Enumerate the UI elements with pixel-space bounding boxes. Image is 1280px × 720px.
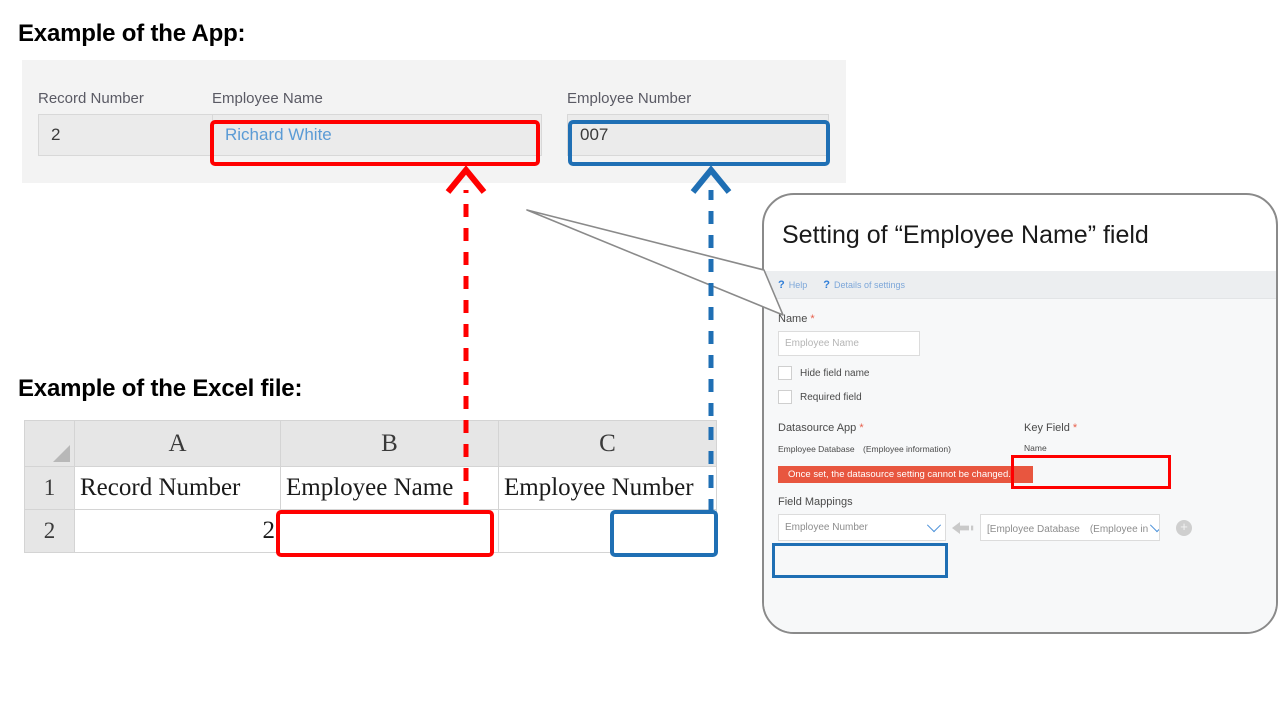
field-mappings-row: Employee Number [Employee Database (Empl… bbox=[778, 514, 1264, 541]
excel-cell-b2[interactable]: Richard White bbox=[281, 510, 499, 553]
page-title-excel-example: Example of the Excel file: bbox=[18, 375, 302, 403]
datasource-app-label: Datasource App * bbox=[778, 422, 1024, 434]
required-marker: * bbox=[1073, 422, 1077, 434]
field-input-record-number[interactable]: 2 bbox=[38, 114, 216, 156]
excel-column-header-a[interactable]: A bbox=[75, 421, 281, 467]
excel-column-header-c[interactable]: C bbox=[499, 421, 717, 467]
form-field-record-number: Record Number 2 bbox=[38, 90, 216, 156]
callout-title: Setting of “Employee Name” field bbox=[782, 221, 1149, 250]
chevron-down-icon bbox=[1150, 518, 1160, 532]
field-mapping-target-value: [Employee Database (Employee in bbox=[987, 520, 1148, 535]
key-field-column: Key Field * Name bbox=[1024, 422, 1264, 455]
field-mapping-source-select[interactable]: Employee Number bbox=[778, 514, 946, 541]
excel-cell-b1[interactable]: Employee Name bbox=[281, 467, 499, 510]
checkbox-hide-field-name[interactable] bbox=[778, 366, 792, 380]
field-label-employee-number: Employee Number bbox=[567, 90, 829, 108]
table-row: 1 Record Number Employee Name Employee N… bbox=[25, 467, 717, 510]
key-field-value: Name bbox=[1024, 443, 1264, 453]
details-of-settings-link[interactable]: ? Details of settings bbox=[823, 279, 905, 291]
page-title-app-example: Example of the App: bbox=[18, 20, 245, 48]
required-field-row[interactable]: Required field bbox=[778, 390, 1264, 404]
excel-cell-c1[interactable]: Employee Number bbox=[499, 467, 717, 510]
mapping-direction-arrow bbox=[946, 521, 980, 535]
datasource-app-value: Employee Database (Employee information) bbox=[778, 443, 1024, 455]
app-form-panel: Record Number 2 Employee Name Richard Wh… bbox=[22, 60, 846, 183]
excel-row-header-2[interactable]: 2 bbox=[25, 510, 75, 553]
excel-cell-a2[interactable]: 2 bbox=[75, 510, 281, 553]
required-marker: * bbox=[859, 422, 863, 434]
arrow-left-icon bbox=[952, 521, 974, 535]
field-mappings-label: Field Mappings bbox=[778, 496, 1264, 508]
excel-select-all-corner[interactable] bbox=[25, 421, 75, 467]
field-label-employee-name: Employee Name bbox=[212, 90, 542, 108]
question-mark-icon: ? bbox=[823, 279, 830, 291]
question-mark-icon: ? bbox=[778, 279, 785, 291]
key-field-label-text: Key Field bbox=[1024, 422, 1070, 434]
field-input-employee-name[interactable]: Richard White bbox=[212, 114, 542, 156]
checkbox-required-field[interactable] bbox=[778, 390, 792, 404]
triangle-icon bbox=[53, 445, 70, 462]
field-mapping-target-select[interactable]: [Employee Database (Employee in bbox=[980, 514, 1160, 541]
excel-row-header-1[interactable]: 1 bbox=[25, 467, 75, 510]
required-marker: * bbox=[810, 313, 814, 325]
hide-field-name-label: Hide field name bbox=[800, 368, 869, 379]
excel-column-header-b[interactable]: B bbox=[281, 421, 499, 467]
hide-field-name-row[interactable]: Hide field name bbox=[778, 366, 1264, 380]
name-label-text: Name bbox=[778, 313, 807, 325]
key-field-label: Key Field * bbox=[1024, 422, 1264, 434]
field-settings-form: ? Help ? Details of settings Name * Empl… bbox=[764, 271, 1278, 634]
datasource-warning-banner: Once set, the datasource setting cannot … bbox=[778, 466, 1033, 483]
callout-panel-field-settings: Setting of “Employee Name” field ? Help … bbox=[762, 193, 1278, 634]
name-field-label: Name * bbox=[778, 313, 1264, 325]
settings-toolbar: ? Help ? Details of settings bbox=[764, 271, 1278, 299]
required-field-label: Required field bbox=[800, 392, 862, 403]
datasource-app-label-text: Datasource App bbox=[778, 422, 856, 434]
excel-cell-a1[interactable]: Record Number bbox=[75, 467, 281, 510]
chevron-down-icon bbox=[927, 518, 941, 532]
excel-column-header-row: A B C bbox=[25, 421, 717, 467]
callout-tail bbox=[500, 195, 800, 325]
datasource-row: Datasource App * Employee Database (Empl… bbox=[778, 422, 1264, 455]
form-field-employee-number: Employee Number 007 bbox=[567, 90, 829, 156]
table-row: 2 2 Richard White bbox=[25, 510, 717, 553]
help-link-label: Help bbox=[789, 280, 808, 290]
plus-circle-icon[interactable]: + bbox=[1176, 520, 1192, 536]
help-link[interactable]: ? Help bbox=[778, 279, 807, 291]
details-of-settings-label: Details of settings bbox=[834, 280, 905, 290]
datasource-app-column: Datasource App * Employee Database (Empl… bbox=[778, 422, 1024, 455]
form-field-employee-name: Employee Name Richard White bbox=[212, 90, 542, 156]
name-input[interactable]: Employee Name bbox=[778, 331, 920, 356]
excel-sheet-grid: A B C 1 Record Number Employee Name Empl… bbox=[24, 420, 717, 553]
field-input-employee-number[interactable]: 007 bbox=[567, 114, 829, 156]
field-mapping-source-value: Employee Number bbox=[785, 522, 868, 533]
excel-cell-c2[interactable] bbox=[499, 510, 717, 553]
field-label-record-number: Record Number bbox=[38, 90, 216, 108]
settings-body: Name * Employee Name Hide field name Req… bbox=[764, 299, 1278, 541]
